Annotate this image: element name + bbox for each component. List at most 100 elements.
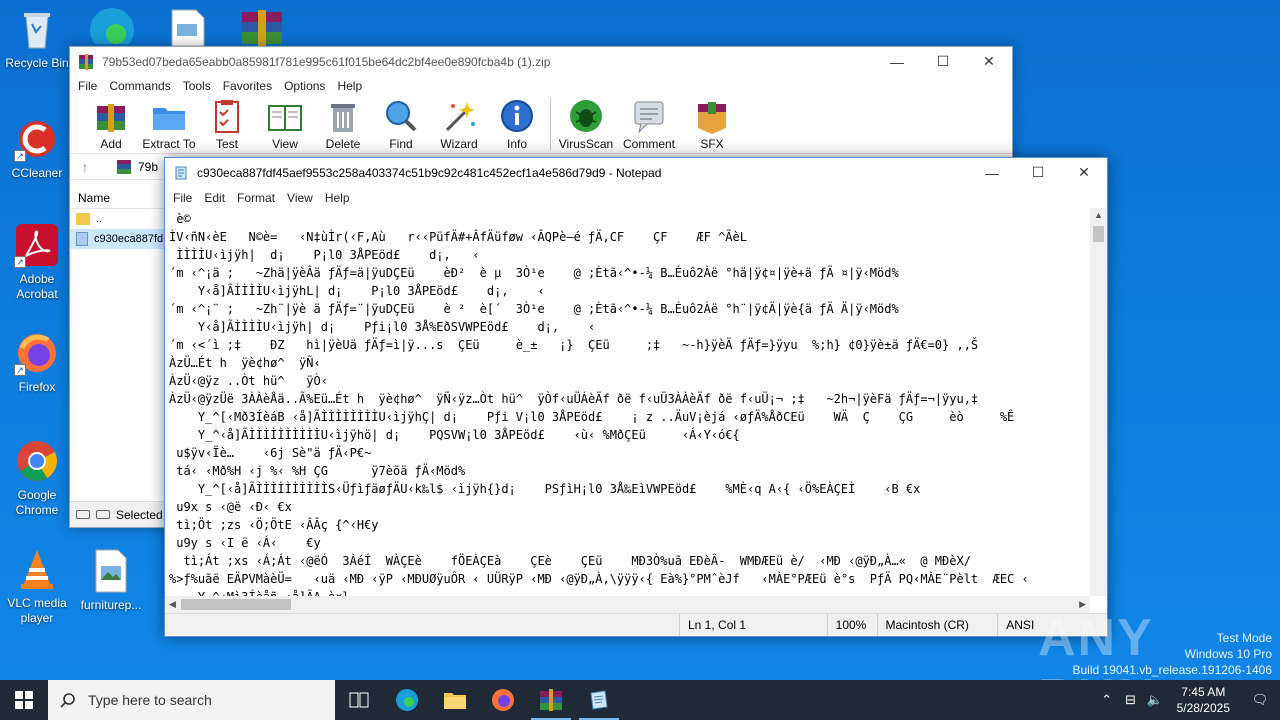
minimize-button[interactable]: — xyxy=(969,158,1015,187)
toolbar-label: Add xyxy=(100,137,122,151)
up-arrow-icon[interactable]: ↑ xyxy=(70,159,100,175)
view-book-icon xyxy=(267,98,303,134)
edge-desktop-icon[interactable] xyxy=(86,4,138,52)
wizard-button[interactable]: Wizard xyxy=(430,96,488,152)
view-button[interactable]: View xyxy=(256,96,314,152)
add-button[interactable]: Add xyxy=(82,96,140,152)
menu-file[interactable]: File xyxy=(167,191,198,205)
menu-file[interactable]: File xyxy=(72,79,103,93)
desktop-icon-label: CCleaner xyxy=(11,166,63,180)
extract-to-button[interactable]: Extract To xyxy=(140,96,198,152)
firefox-icon: ↗ xyxy=(14,330,60,376)
horizontal-scrollbar[interactable]: ◀ ▶ xyxy=(165,596,1090,613)
taskbar-search-box[interactable]: Type here to search xyxy=(48,680,335,720)
acrobat-icon: ↗ xyxy=(14,222,60,268)
toolbar-label: Wizard xyxy=(440,137,478,151)
scroll-left-icon[interactable]: ◀ xyxy=(169,599,176,610)
clock[interactable]: 7:45 AM 5/28/2025 xyxy=(1167,684,1240,716)
menu-edit[interactable]: Edit xyxy=(198,191,231,205)
virusscan-button[interactable]: VirusScan xyxy=(557,96,615,152)
menu-options[interactable]: Options xyxy=(278,79,331,93)
archive-small-icon xyxy=(116,159,132,175)
desktop-icon-label: Google Chrome xyxy=(15,488,59,517)
image-file-icon xyxy=(88,548,134,594)
scroll-up-icon[interactable]: ▲ xyxy=(1094,210,1103,220)
desktop-icon-label: Recycle Bin xyxy=(5,56,69,70)
task-view-button[interactable] xyxy=(335,680,383,720)
clock-date: 5/28/2025 xyxy=(1176,701,1230,715)
notepad-statusbar: Ln 1, Col 1 100% Macintosh (CR) ANSI xyxy=(165,613,1107,636)
desktop-icon-google-chrome[interactable]: Google Chrome xyxy=(0,438,74,518)
info-button[interactable]: Info xyxy=(488,96,546,152)
menu-view[interactable]: View xyxy=(281,191,319,205)
address-path[interactable]: 79b xyxy=(138,160,158,174)
notepad-window[interactable]: c930eca887fdf45aef9553c258a403374c51b9c9… xyxy=(164,157,1108,637)
sfx-button[interactable]: SFX xyxy=(683,96,741,152)
desktop-icon-vlc[interactable]: VLC media player xyxy=(0,546,74,626)
desktop-icon-firefox[interactable]: ↗ Firefox xyxy=(0,330,74,395)
maximize-button[interactable]: ☐ xyxy=(1015,158,1061,187)
system-tray: ⌃ ⊟ 🔈 7:45 AM 5/28/2025 🗨 xyxy=(1095,680,1280,720)
chevron-up-icon[interactable]: ⌃ xyxy=(1095,692,1119,708)
list-item[interactable]: .. xyxy=(70,209,164,229)
taskbar-edge[interactable] xyxy=(383,680,431,720)
file-name: c930eca887fd xyxy=(94,233,164,245)
desktop-icon-ccleaner[interactable]: ↗ CCleaner xyxy=(0,116,74,181)
menu-tools[interactable]: Tools xyxy=(177,79,217,93)
comment-button[interactable]: Comment xyxy=(615,96,683,152)
desktop-icon-label: furniturep... xyxy=(80,598,142,612)
maximize-button[interactable]: ☐ xyxy=(920,47,966,76)
file-icon xyxy=(76,232,88,246)
delete-button[interactable]: Delete xyxy=(314,96,372,152)
close-button[interactable]: ✕ xyxy=(1061,158,1107,187)
window-title: 79b53ed07beda65eabb0a85981f781e995c61f01… xyxy=(102,54,551,69)
extract-folder-icon xyxy=(151,98,187,134)
toolbar-label: SFX xyxy=(700,137,724,151)
wizard-wand-icon xyxy=(441,98,477,134)
desktop-icon-furniture-file[interactable]: furniturep... xyxy=(74,548,148,613)
menu-favorites[interactable]: Favorites xyxy=(217,79,278,93)
winrar-icon xyxy=(540,689,562,711)
list-item[interactable]: c930eca887fd xyxy=(70,229,164,249)
folder-icon xyxy=(76,213,90,225)
taskbar-file-explorer[interactable] xyxy=(431,680,479,720)
file-name: .. xyxy=(96,213,103,225)
network-icon[interactable]: ⊟ xyxy=(1119,692,1143,708)
shortcut-arrow-icon: ↗ xyxy=(14,256,26,268)
scroll-thumb[interactable] xyxy=(1093,226,1104,242)
start-button[interactable] xyxy=(0,680,48,720)
menu-format[interactable]: Format xyxy=(231,191,281,205)
text-editor[interactable]: è© ÌV‹ñN‹èE N©è= ‹N‡ùÌr(‹F‚Aù r‹‹PüfÄ#+Â… xyxy=(165,208,1090,596)
winrar-desktop-icon[interactable] xyxy=(238,8,286,46)
menu-commands[interactable]: Commands xyxy=(103,79,176,93)
notepad-titlebar[interactable]: c930eca887fdf45aef9553c258a403374c51b9c9… xyxy=(165,158,1107,187)
zoom-level: 100% xyxy=(826,614,877,636)
notifications-icon[interactable]: 🗨 xyxy=(1240,692,1280,708)
desktop-icon-recycle-bin[interactable]: Recycle Bin xyxy=(0,6,74,71)
toolbar-label: Comment xyxy=(622,137,675,151)
column-header-name[interactable]: Name xyxy=(70,187,164,209)
menu-help[interactable]: Help xyxy=(319,191,356,205)
firefox-icon xyxy=(492,689,514,711)
sfx-box-icon xyxy=(694,98,730,134)
comment-icon xyxy=(631,98,667,134)
winrar-titlebar[interactable]: 79b53ed07beda65eabb0a85981f781e995c61f01… xyxy=(70,47,1012,76)
menu-help[interactable]: Help xyxy=(331,79,368,93)
find-button[interactable]: Find xyxy=(372,96,430,152)
test-button[interactable]: Test xyxy=(198,96,256,152)
delete-trash-icon xyxy=(325,98,361,134)
taskbar-firefox[interactable] xyxy=(479,680,527,720)
speaker-icon[interactable]: 🔈 xyxy=(1143,692,1167,708)
desktop-icon-adobe-acrobat[interactable]: ↗ Adobe Acrobat xyxy=(0,222,74,302)
close-button[interactable]: ✕ xyxy=(966,47,1012,76)
image-file-desktop-icon[interactable] xyxy=(170,8,206,47)
line-ending: Macintosh (CR) xyxy=(876,614,998,636)
winrar-file-list[interactable]: Name .. c930eca887fd xyxy=(70,187,165,501)
minimize-button[interactable]: — xyxy=(874,47,920,76)
toolbar-label: Delete xyxy=(325,137,361,151)
taskbar-notepad[interactable] xyxy=(575,680,623,720)
vertical-scrollbar[interactable]: ▲ xyxy=(1090,208,1107,596)
taskbar-winrar[interactable] xyxy=(527,680,575,720)
chrome-icon xyxy=(14,438,60,484)
scroll-thumb[interactable] xyxy=(181,599,291,610)
